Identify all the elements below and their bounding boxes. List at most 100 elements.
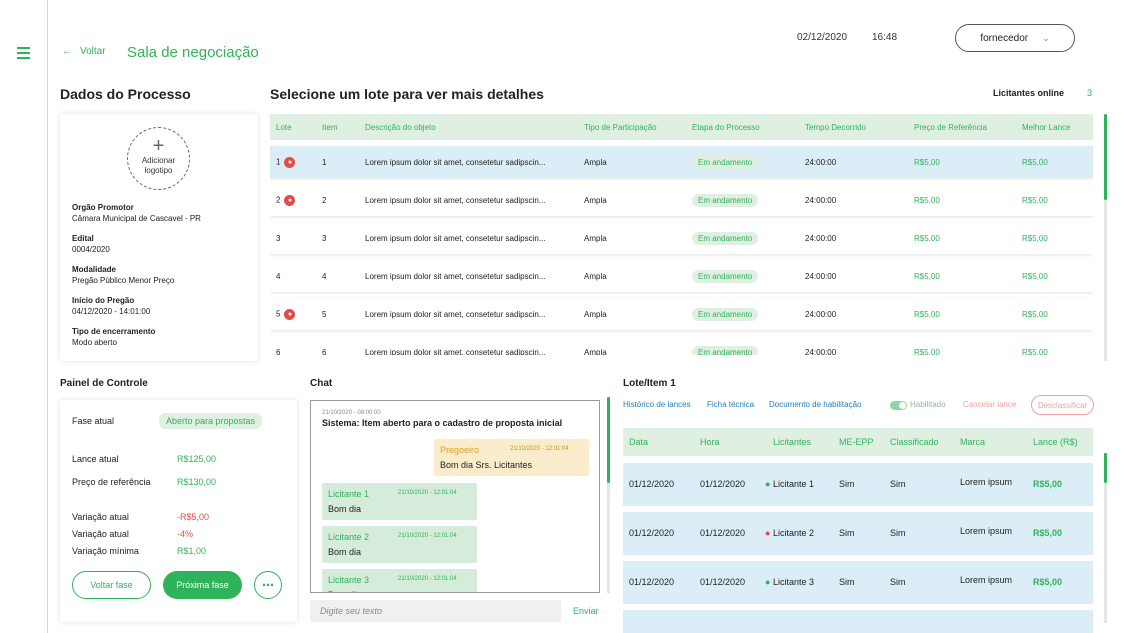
fase-badge: Aberto para propostas <box>159 413 263 429</box>
add-logo-label: Adicionar <box>141 156 176 165</box>
lote-row[interactable]: 5 ● 5 Lorem ipsum dolor sit amet, consetetu… <box>270 298 1093 330</box>
page-title: Sala de negociação <box>127 44 259 61</box>
licitante-message: Licitante 3 21/10/2020 - 12:01:04 Bom dia <box>322 569 477 592</box>
menu-icon[interactable] <box>17 47 30 62</box>
lote-tempo: 24:00:00 <box>805 309 837 319</box>
lote-item: 3 <box>322 233 327 243</box>
licitante-message: Licitante 1 21/10/2020 - 12:01:04 Bom dia <box>322 483 477 520</box>
field-orgao: Orgão Promotor Câmara Municipal de Cascav… <box>72 203 201 223</box>
proxima-fase-button[interactable]: Próxima fase <box>163 571 242 599</box>
col-classificado: Classificado <box>890 437 939 447</box>
lote-preco: R$5,00 <box>914 271 940 281</box>
status-dot-icon: ● <box>765 528 771 538</box>
bid-me-epp: Sim <box>839 577 855 587</box>
chat-scrollbar[interactable] <box>607 397 610 483</box>
historico-link[interactable]: Histórico de lances <box>623 400 691 409</box>
bid-date: 01/12/2020 <box>629 528 675 538</box>
bid-row[interactable]: 01/12/2020 01/12/2020 ● Licitante 1 Sim Sim Lo… <box>623 463 1093 506</box>
lote-desc: Lorem ipsum dolor sit amet, consetetur s… <box>365 157 546 167</box>
bell-alert-icon: ● <box>284 194 296 206</box>
send-button[interactable]: Enviar <box>573 606 599 616</box>
bid-licitante: Licitante 3 <box>773 577 815 587</box>
bid-row[interactable]: 01/12/2020 01/12/2020 ● Licitante 2 Sim Sim Lo… <box>623 512 1093 555</box>
header-time: 16:48 <box>872 32 898 43</box>
left-sidebar <box>0 0 48 633</box>
lote-tipo: Ampla <box>584 347 607 356</box>
field-inicio: Início do Pregão 04/12/2020 - 14:01:00 <box>72 296 151 316</box>
documento-link[interactable]: Documento de habilitação <box>769 400 862 409</box>
lote-preco: R$5,00 <box>914 195 940 205</box>
lote-row[interactable]: 4 4 Lorem ipsum dolor sit amet, consetetur… <box>270 260 1093 292</box>
bid-classificado: Sim <box>890 577 906 587</box>
col-tempo: Tempo Decorrido <box>805 122 866 132</box>
lote-tipo: Ampla <box>584 309 607 319</box>
bid-licitante: Licitante 2 <box>773 528 815 538</box>
add-logo-label-2: logotipo <box>144 166 173 175</box>
chat-input[interactable]: Digite seu texto <box>310 600 561 622</box>
lote-row[interactable]: 3 3 Lorem ipsum dolor sit amet, consetetur… <box>270 222 1093 254</box>
lote-etapa-badge: Em andamento <box>692 231 759 245</box>
col-tipo: Tipo de Participação <box>584 122 657 132</box>
add-logo-button[interactable]: + Adicionar logotipo <box>127 127 190 190</box>
lote-tipo: Ampla <box>584 271 607 281</box>
bid-time: 01/12/2020 <box>700 528 746 538</box>
habilitado-label: Habilitado <box>910 400 946 409</box>
lote-preco: R$5,00 <box>914 157 940 167</box>
lotes-scrollbar[interactable] <box>1104 114 1107 200</box>
bid-time: 01/12/2020 <box>700 479 746 489</box>
lote-preco: R$5,00 <box>914 233 940 243</box>
col-desc: Descrição do objeto <box>365 122 436 132</box>
system-msg-text: Sistema: Item aberto para o cadastro de … <box>322 418 563 428</box>
pregoeiro-text: Bom dia Srs. Licitantes <box>440 460 533 470</box>
lote-tempo: 24:00:00 <box>805 157 837 167</box>
lote-item: 4 <box>322 271 327 281</box>
lote-desc: Lorem ipsum dolor sit amet, consetetur s… <box>365 195 546 205</box>
field-edital: Edital 0004/2020 <box>72 234 110 254</box>
process-fields: Orgão Promotor Câmara Municipal de Cascav… <box>72 202 252 357</box>
ficha-link[interactable]: Ficha técnica <box>707 400 754 409</box>
more-options-icon[interactable]: ⋯ <box>254 571 282 599</box>
lote-item: 6 <box>322 347 327 356</box>
lote-item: 5 <box>322 309 327 319</box>
user-menu-dropdown[interactable]: fornecedor ⌄ <box>955 24 1075 52</box>
bids-scrollbar[interactable] <box>1104 453 1107 483</box>
lote-preco: R$5,00 <box>914 309 940 319</box>
arrow-left-icon: ← <box>62 46 72 57</box>
var-value-2: -4% <box>177 529 194 539</box>
lote-number: 5 ● <box>276 308 296 320</box>
bid-licitante: Licitante 1 <box>773 479 815 489</box>
lote-number: 3 <box>276 233 281 243</box>
bid-lance: R$5,00 <box>1033 479 1063 489</box>
lote-etapa-badge: Em andamento <box>692 307 759 321</box>
bid-date: 01/12/2020 <box>629 577 675 587</box>
lote-item: 2 <box>322 195 327 205</box>
lance-label: Lance atual <box>72 454 119 464</box>
lote-etapa-badge: Em andamento <box>692 269 759 283</box>
col-data: Data <box>629 437 649 447</box>
lote-row[interactable]: 1 ● 1 Lorem ipsum dolor sit amet, consetetu… <box>270 146 1093 178</box>
voltar-fase-button[interactable]: Voltar fase <box>72 571 151 599</box>
lote-item: 1 <box>322 157 327 167</box>
bid-row[interactable]: 01/12/2020 01/12/2020 ● Licitante 3 Sim Sim Lo… <box>623 561 1093 604</box>
system-msg-time: 21/10/2020 - 08:00:00 <box>322 410 381 416</box>
bid-marca: Lorem ipsum <box>960 526 1013 536</box>
back-button[interactable]: ← Voltar <box>62 46 106 57</box>
cancelar-lance-button[interactable]: Cancelar lance <box>963 400 1016 409</box>
lote-melhor: R$5,00 <box>1022 271 1048 281</box>
lote-row[interactable]: 2 ● 2 Lorem ipsum dolor sit amet, consetetu… <box>270 184 1093 216</box>
habilitado-toggle[interactable] <box>890 401 907 410</box>
bid-lance: R$5,00 <box>1033 577 1063 587</box>
message-author: Licitante 1 <box>328 489 370 499</box>
bid-lance: R$5,00 <box>1033 528 1063 538</box>
lote-desc: Lorem ipsum dolor sit amet, consetetur s… <box>365 233 546 243</box>
process-heading: Dados do Processo <box>60 86 191 102</box>
bid-me-epp: Sim <box>839 479 855 489</box>
painel-card: Fase atual Aberto para propostas Lance a… <box>60 400 297 622</box>
lote-melhor: R$5,00 <box>1022 195 1048 205</box>
lote-row[interactable]: 6 6 Lorem ipsum dolor sit amet, consetetur… <box>270 336 1093 355</box>
col-hora: Hora <box>700 437 720 447</box>
desclassificar-button[interactable]: Desclassificar <box>1031 395 1094 415</box>
message-text: Bom dia <box>328 590 361 592</box>
var-value-3: R$1,00 <box>177 546 207 556</box>
lotes-table: Lote Item Descrição do objeto Tipo de Pa… <box>270 114 1093 355</box>
